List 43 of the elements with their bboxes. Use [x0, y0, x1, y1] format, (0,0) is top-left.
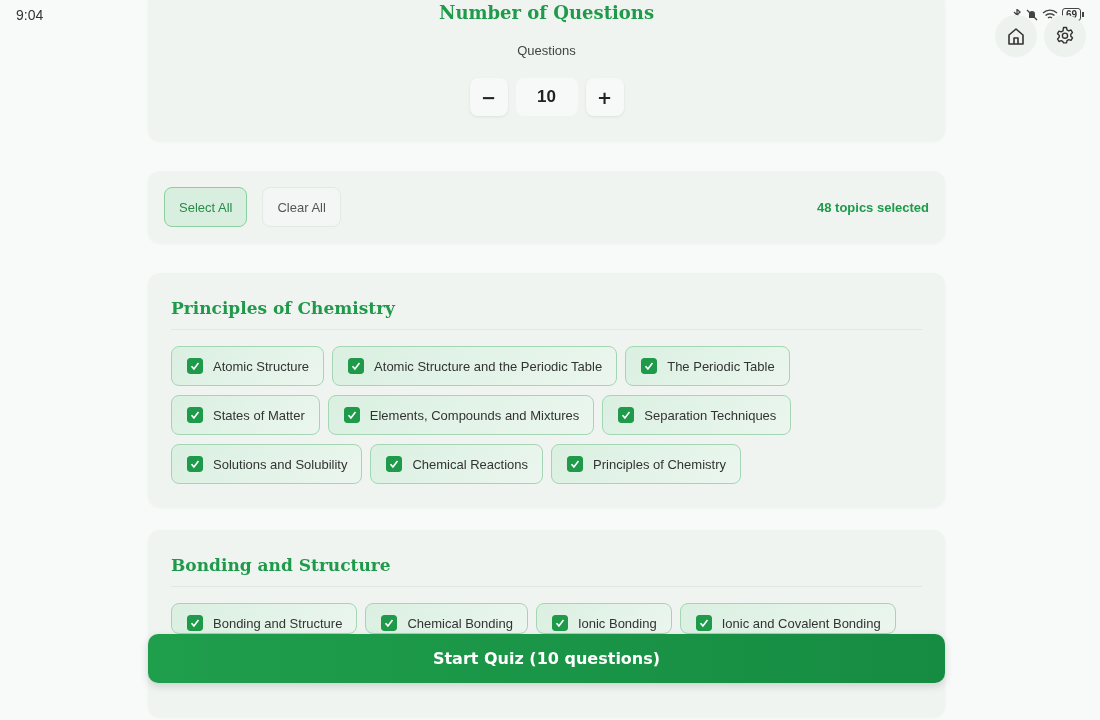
topic-chip[interactable]: Bonding and Structure — [171, 603, 358, 634]
decrement-button[interactable]: − — [469, 78, 508, 116]
clock-time: 9:04 — [16, 7, 44, 23]
home-icon — [1006, 26, 1026, 46]
home-button[interactable] — [995, 15, 1037, 57]
checked-checkbox-icon[interactable] — [695, 615, 712, 631]
section-title: Principles of Chemistry — [171, 297, 922, 330]
topic-chip[interactable]: The Periodic Table — [625, 346, 790, 386]
topic-chip[interactable]: Ionic Bonding — [535, 603, 672, 634]
increment-button[interactable]: + — [585, 78, 624, 116]
checked-checkbox-icon[interactable] — [381, 615, 398, 631]
topic-chip[interactable]: Chemical Bonding — [365, 603, 528, 634]
checked-checkbox-icon[interactable] — [187, 358, 203, 374]
wifi-icon — [1041, 8, 1058, 21]
start-quiz-button[interactable]: Start Quiz (10 questions) — [148, 634, 945, 683]
checked-checkbox-icon[interactable] — [567, 456, 584, 472]
topic-chip[interactable]: States of Matter — [171, 395, 320, 435]
topic-chip[interactable]: Principles of Chemistry — [551, 444, 741, 484]
checked-checkbox-icon[interactable] — [348, 358, 365, 374]
checked-checkbox-icon[interactable] — [343, 407, 360, 423]
checked-checkbox-icon[interactable] — [187, 407, 203, 423]
field-label: Questions — [517, 43, 576, 59]
checked-checkbox-icon[interactable] — [641, 358, 658, 374]
settings-icon — [1055, 26, 1075, 46]
topic-chip[interactable]: Solutions and Solubility — [171, 444, 363, 484]
clear-all-button[interactable]: Clear All — [262, 187, 341, 227]
topic-chip[interactable]: Elements, Compounds and Mixtures — [327, 395, 595, 435]
checked-checkbox-icon[interactable] — [187, 615, 203, 631]
selected-count: 48 topics selected — [817, 199, 929, 215]
checked-checkbox-icon[interactable] — [386, 456, 403, 472]
checked-checkbox-icon[interactable] — [551, 615, 568, 631]
topic-chip[interactable]: Chemical Reactions — [370, 444, 544, 484]
muted-bell-icon — [1025, 8, 1038, 21]
section-title: Number of Questions — [438, 2, 655, 24]
checked-checkbox-icon[interactable] — [187, 456, 203, 472]
question-count-field[interactable]: 10 — [515, 78, 578, 116]
checked-checkbox-icon[interactable] — [618, 407, 635, 423]
topic-chip[interactable]: Separation Techniques — [602, 395, 792, 435]
topic-chip[interactable]: Ionic and Covalent Bonding — [679, 603, 896, 634]
topic-chip[interactable]: Atomic Structure and the Periodic Table — [332, 346, 618, 386]
select-all-button[interactable]: Select All — [164, 187, 248, 227]
section-title: Bonding and Structure — [171, 554, 922, 587]
topic-chip[interactable]: Atomic Structure — [171, 346, 325, 386]
